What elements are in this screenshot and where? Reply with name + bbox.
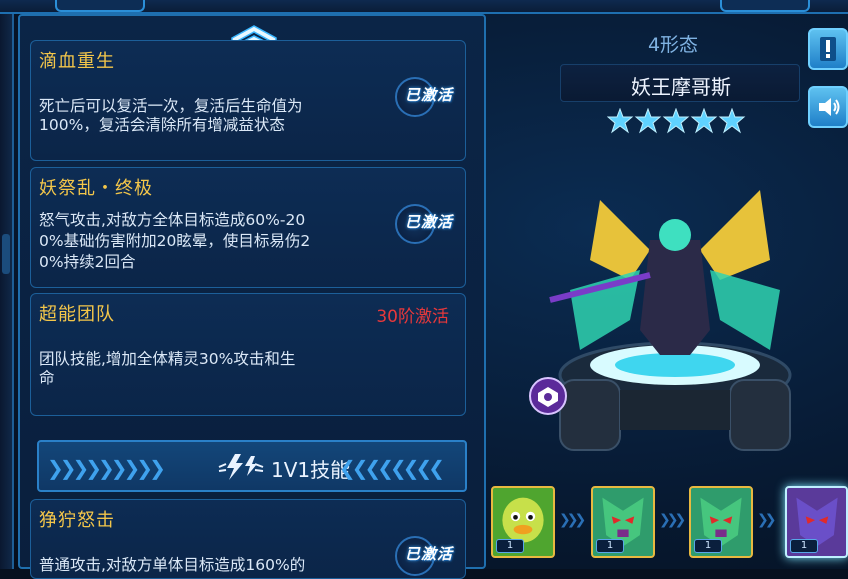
form-thumb-4-selected[interactable]: 1 [785, 486, 848, 558]
thumb-level: 1 [790, 539, 818, 553]
top-tab-right[interactable] [720, 0, 810, 12]
thumb-level: 1 [596, 539, 624, 553]
form-thumb-1[interactable]: 1 [491, 486, 555, 558]
transform-icon [529, 377, 567, 415]
skill-card-3: 超能团队 30阶激活 团队技能,增加全体精灵30%攻击和生 命 [30, 293, 466, 416]
skill-title: 妖祭乱・终极 [39, 178, 153, 199]
top-tab-left[interactable] [55, 0, 145, 12]
top-frame-bar [0, 0, 848, 14]
chevron-right-icon: ❯❯❯ [559, 512, 586, 528]
activated-badge: 已激活 [393, 202, 463, 244]
activated-badge: 已激活 [393, 75, 463, 117]
chevron-right-icon: ❯❯❯ [659, 512, 686, 528]
skill-desc-line: 命 [39, 369, 55, 387]
exclamation-icon [820, 37, 836, 61]
skill-title: 滴血重生 [39, 51, 115, 72]
game-screen: 滴血重生 死亡后可以复活一次，复活后生命值为 100%，复活会清除所有增减益状态… [0, 0, 848, 579]
character-artwork [549, 190, 792, 451]
skill-desc-line: 100%，复活会清除所有增减益状态 [39, 116, 285, 134]
chevron-right-icon: ❯❯ [757, 512, 777, 528]
star-icon [690, 108, 718, 134]
skill-title: 狰狞怒击 [39, 510, 115, 531]
star-icon [662, 108, 690, 134]
activated-badge: 已激活 [393, 534, 463, 576]
skill-card-2: 妖祭乱・终极 怒气攻击,对敌方全体目标造成60%-20 0%基础伤害附加20眩晕… [30, 167, 466, 288]
star-icon [607, 108, 634, 134]
chevron-right-icon: ❯❯❯❯❯❯❯❯❯ [47, 456, 166, 480]
badge-label: 已激活 [404, 213, 453, 231]
form-type-chip[interactable] [528, 375, 568, 417]
star-icon [718, 108, 746, 134]
star-icon [634, 108, 662, 134]
skill-desc-line: 团队技能,增加全体精灵30%攻击和生 [39, 350, 296, 368]
edge-handle[interactable] [2, 234, 10, 274]
left-edge-frame [0, 14, 14, 569]
form-thumbnail-strip: 1 ❯❯❯ 1 ❯❯❯ 1 ❯❯ 1 [487, 478, 848, 569]
unlock-requirement: 30阶激活 [376, 307, 449, 327]
speaker-icon [819, 98, 840, 116]
name-plate: 妖王摩哥斯 [560, 64, 800, 102]
skill-card-1: 滴血重生 死亡后可以复活一次，复活后生命值为 100%，复活会清除所有增减益状态… [30, 40, 466, 161]
pvp-skill-banner: ❯❯❯❯❯❯❯❯❯ 1V1技能 ❮❮❮❮❮❮❮❮ [37, 440, 467, 492]
skill-title: 超能团队 [39, 304, 115, 325]
star-rating [607, 108, 746, 134]
chevron-left-icon: ❮❮❮❮❮❮❮❮ [339, 456, 445, 480]
form-thumb-2[interactable]: 1 [591, 486, 655, 558]
info-button[interactable] [808, 28, 848, 70]
thumb-level: 1 [496, 539, 524, 553]
skill-desc-line: 0%持续2回合 [39, 253, 136, 271]
form-thumb-3[interactable]: 1 [689, 486, 753, 558]
skill-desc-line: 普通攻击,对敌方单体目标造成160%的 [39, 556, 306, 574]
skill-desc-line: 0%基础伤害附加20眩晕，使目标易伤2 [39, 232, 311, 250]
form-label: 4形态 [647, 34, 699, 56]
skill-desc-line: 死亡后可以复活一次，复活后生命值为 [39, 97, 303, 115]
voice-button[interactable] [808, 86, 848, 128]
badge-label: 已激活 [404, 545, 453, 563]
skill-desc-line: 怒气攻击,对敌方全体目标造成60%-20 [39, 211, 306, 229]
lightning-icon [218, 454, 264, 480]
skill-card-4: 狰狞怒击 普通攻击,对敌方单体目标造成160%的 已激活 [30, 499, 466, 579]
badge-label: 已激活 [404, 86, 453, 104]
character-name: 妖王摩哥斯 [631, 75, 731, 99]
thumb-level: 1 [694, 539, 722, 553]
